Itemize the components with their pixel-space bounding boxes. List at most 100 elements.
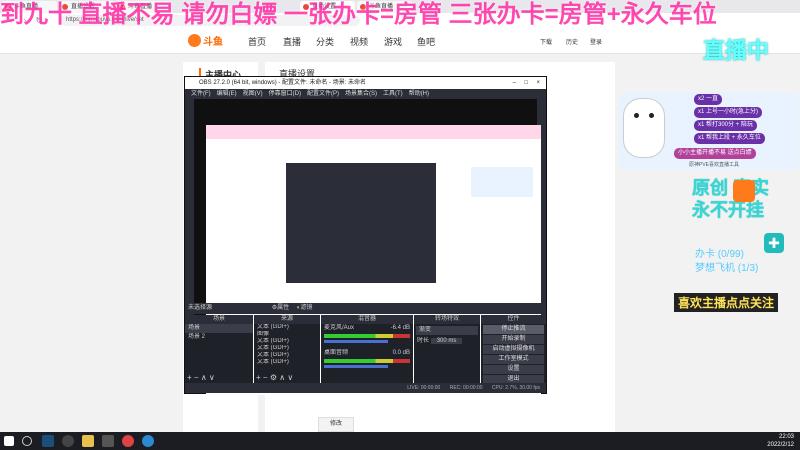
add-icon[interactable]: + bbox=[256, 373, 261, 382]
nav-live[interactable]: 直播 bbox=[283, 35, 301, 48]
volume-slider[interactable] bbox=[324, 365, 389, 368]
transition-select[interactable]: 渐变 bbox=[416, 326, 478, 335]
close-icon[interactable]: × bbox=[536, 77, 540, 89]
chevron-down-icon[interactable]: ∨ bbox=[287, 373, 293, 382]
chevron-up-icon[interactable]: ∧ bbox=[201, 373, 207, 382]
mixer-channel: 麦克风/Aux -6.4 dB bbox=[321, 324, 413, 333]
menu-docks[interactable]: 停靠窗口(D) bbox=[269, 91, 301, 97]
source-item[interactable]: 文本 (GDI+) bbox=[254, 324, 320, 331]
download-link[interactable]: 下载 bbox=[540, 37, 552, 46]
chevron-down-icon[interactable]: ∨ bbox=[209, 373, 215, 382]
obs-icon[interactable] bbox=[62, 435, 74, 447]
source-item[interactable]: 文本 (GDI+) bbox=[254, 359, 320, 366]
search-icon[interactable] bbox=[22, 436, 32, 446]
card-line: 梦想飞机 (1/3) bbox=[695, 263, 759, 274]
menu-tools[interactable]: 工具(T) bbox=[383, 91, 403, 97]
nav-category[interactable]: 分类 bbox=[316, 35, 334, 48]
douyu-app-icon bbox=[733, 180, 755, 202]
duration-row: 时长 300 ms bbox=[414, 337, 480, 346]
scene-item[interactable]: 场景 2 bbox=[185, 333, 253, 342]
virtual-camera-button[interactable]: 启动虚拟摄像机 bbox=[483, 345, 544, 354]
live-status: LIVE: 00:00:00 bbox=[407, 385, 441, 391]
minimize-icon[interactable]: – bbox=[513, 77, 516, 89]
remove-icon[interactable]: − bbox=[263, 373, 268, 382]
obs-window: OBS 27.2.0 (64 bit, windows) - 配置文件: 未命名… bbox=[184, 76, 547, 395]
scenes-dock: 场景 场景 场景 2 + − ∧ ∨ bbox=[185, 315, 253, 383]
chevron-up-icon[interactable]: ∧ bbox=[279, 373, 285, 382]
menu-scene-collection[interactable]: 场景集合(S) bbox=[345, 91, 377, 97]
folder-icon[interactable] bbox=[82, 435, 94, 447]
nav-home[interactable]: 首页 bbox=[248, 35, 266, 48]
channel-db: -6.4 dB bbox=[390, 325, 410, 331]
source-item[interactable]: 图像 bbox=[254, 331, 320, 338]
promo-line: x1 上号一小时(急上分) bbox=[694, 107, 763, 118]
logo-text: 斗鱼 bbox=[203, 37, 223, 48]
menu-profile[interactable]: 配置文件(P) bbox=[307, 91, 339, 97]
card-counter: 办卡 (0/99) 梦想飞机 (1/3) bbox=[695, 248, 758, 276]
game-icon[interactable] bbox=[102, 435, 114, 447]
remove-icon[interactable]: − bbox=[194, 373, 199, 382]
system-clock[interactable]: 22:03 2022/2/12 bbox=[767, 433, 794, 449]
start-recording-button[interactable]: 开始录制 bbox=[483, 335, 544, 344]
obs-source-toolbar: 未选择源 ⚙属性 ◐滤镜 bbox=[185, 303, 546, 314]
menu-view[interactable]: 视图(V) bbox=[243, 91, 263, 97]
promo-panel: x2 一直 x1 上号一小时(急上分) x1 帮打300分 + 陪玩 x1 帮我… bbox=[619, 92, 799, 170]
filters-button[interactable]: 滤镜 bbox=[300, 305, 312, 311]
nav-yuba[interactable]: 鱼吧 bbox=[417, 35, 435, 48]
stop-streaming-button[interactable]: 停止推流 bbox=[483, 325, 544, 334]
mixer-dock: 混音器 麦克风/Aux -6.4 dB 桌面音频 0.0 dB bbox=[321, 315, 413, 383]
maximize-icon[interactable]: □ bbox=[524, 77, 528, 89]
chrome-icon[interactable] bbox=[122, 435, 134, 447]
add-icon[interactable]: + bbox=[187, 373, 192, 382]
douyu-logo[interactable]: 斗鱼 bbox=[188, 33, 226, 49]
taskbar: 22:03 2022/2/12 bbox=[0, 432, 800, 450]
start-icon[interactable] bbox=[4, 436, 14, 446]
no-source-label: 未选择源 bbox=[188, 305, 213, 311]
duration-input[interactable]: 300 ms bbox=[430, 338, 463, 344]
obs-status-bar: LIVE: 00:00:00 REC: 00:00:00 CPU: 2.7%, … bbox=[185, 383, 546, 393]
rec-status: REC: 00:00:00 bbox=[449, 385, 483, 391]
nested-banner bbox=[206, 125, 541, 139]
duration-label: 时长 bbox=[417, 338, 430, 344]
edge-icon[interactable] bbox=[142, 435, 154, 447]
scenes-dock-title: 场景 bbox=[185, 315, 253, 324]
volume-slider[interactable] bbox=[324, 340, 389, 343]
properties-button[interactable]: 属性 bbox=[277, 305, 289, 311]
source-item[interactable]: 文本 (GDI+) bbox=[254, 345, 320, 352]
menu-file[interactable]: 文件(F) bbox=[191, 91, 211, 97]
obs-window-title: OBS 27.2.0 (64 bit, windows) - 配置文件: 未命名… bbox=[199, 80, 367, 86]
volume-meter bbox=[324, 334, 410, 338]
gear-icon[interactable]: ⚙ bbox=[270, 373, 277, 382]
plus-icon: ✚ bbox=[764, 233, 784, 253]
menu-help[interactable]: 帮助(H) bbox=[409, 91, 429, 97]
login-link[interactable]: 登录 bbox=[590, 37, 602, 46]
promo-line: x1 帮我上段 + 永久车位 bbox=[694, 133, 765, 144]
source-controls: + − ⚙ ∧ ∨ bbox=[256, 373, 293, 382]
studio-mode-button[interactable]: 工作室模式 bbox=[483, 355, 544, 364]
settings-button[interactable]: 设置 bbox=[483, 365, 544, 374]
history-link[interactable]: 历史 bbox=[566, 37, 578, 46]
scene-item[interactable]: 场景 bbox=[185, 324, 253, 333]
channel-name: 麦克风/Aux bbox=[324, 325, 355, 331]
nested-obs-window bbox=[286, 163, 436, 283]
nav-game[interactable]: 游戏 bbox=[384, 35, 402, 48]
ad-line: 永不开挂 bbox=[692, 200, 764, 220]
cpu-status: CPU: 2.7%, 30.00 fps bbox=[491, 385, 540, 391]
scene-controls: + − ∧ ∨ bbox=[187, 373, 215, 382]
sources-dock: 来源 文本 (GDI+) 图像 文本 (GDI+) 文本 (GDI+) 文本 (… bbox=[254, 315, 320, 383]
source-item[interactable]: 文本 (GDI+) bbox=[254, 338, 320, 345]
promo-footer: 小小主播开播不易 送点白嫖 bbox=[674, 148, 756, 159]
steam-icon[interactable] bbox=[42, 435, 54, 447]
menu-edit[interactable]: 编辑(E) bbox=[217, 91, 237, 97]
source-item[interactable]: 文本 (GDI+) bbox=[254, 352, 320, 359]
clock-time: 22:03 bbox=[778, 434, 794, 440]
live-indicator: 直播中 bbox=[703, 38, 770, 63]
mascot-eyes-icon bbox=[634, 113, 654, 119]
nav-video[interactable]: 视频 bbox=[350, 35, 368, 48]
clock-date: 2022/2/12 bbox=[767, 442, 794, 448]
transitions-dock: 转场特效 渐变 时长 300 ms bbox=[414, 315, 480, 383]
transitions-dock-title: 转场特效 bbox=[414, 315, 480, 324]
sources-dock-title: 来源 bbox=[254, 315, 320, 324]
modify-button[interactable]: 修改 bbox=[318, 417, 354, 432]
promo-subtext: 原神PVE喜欢直播工具 bbox=[689, 162, 740, 168]
